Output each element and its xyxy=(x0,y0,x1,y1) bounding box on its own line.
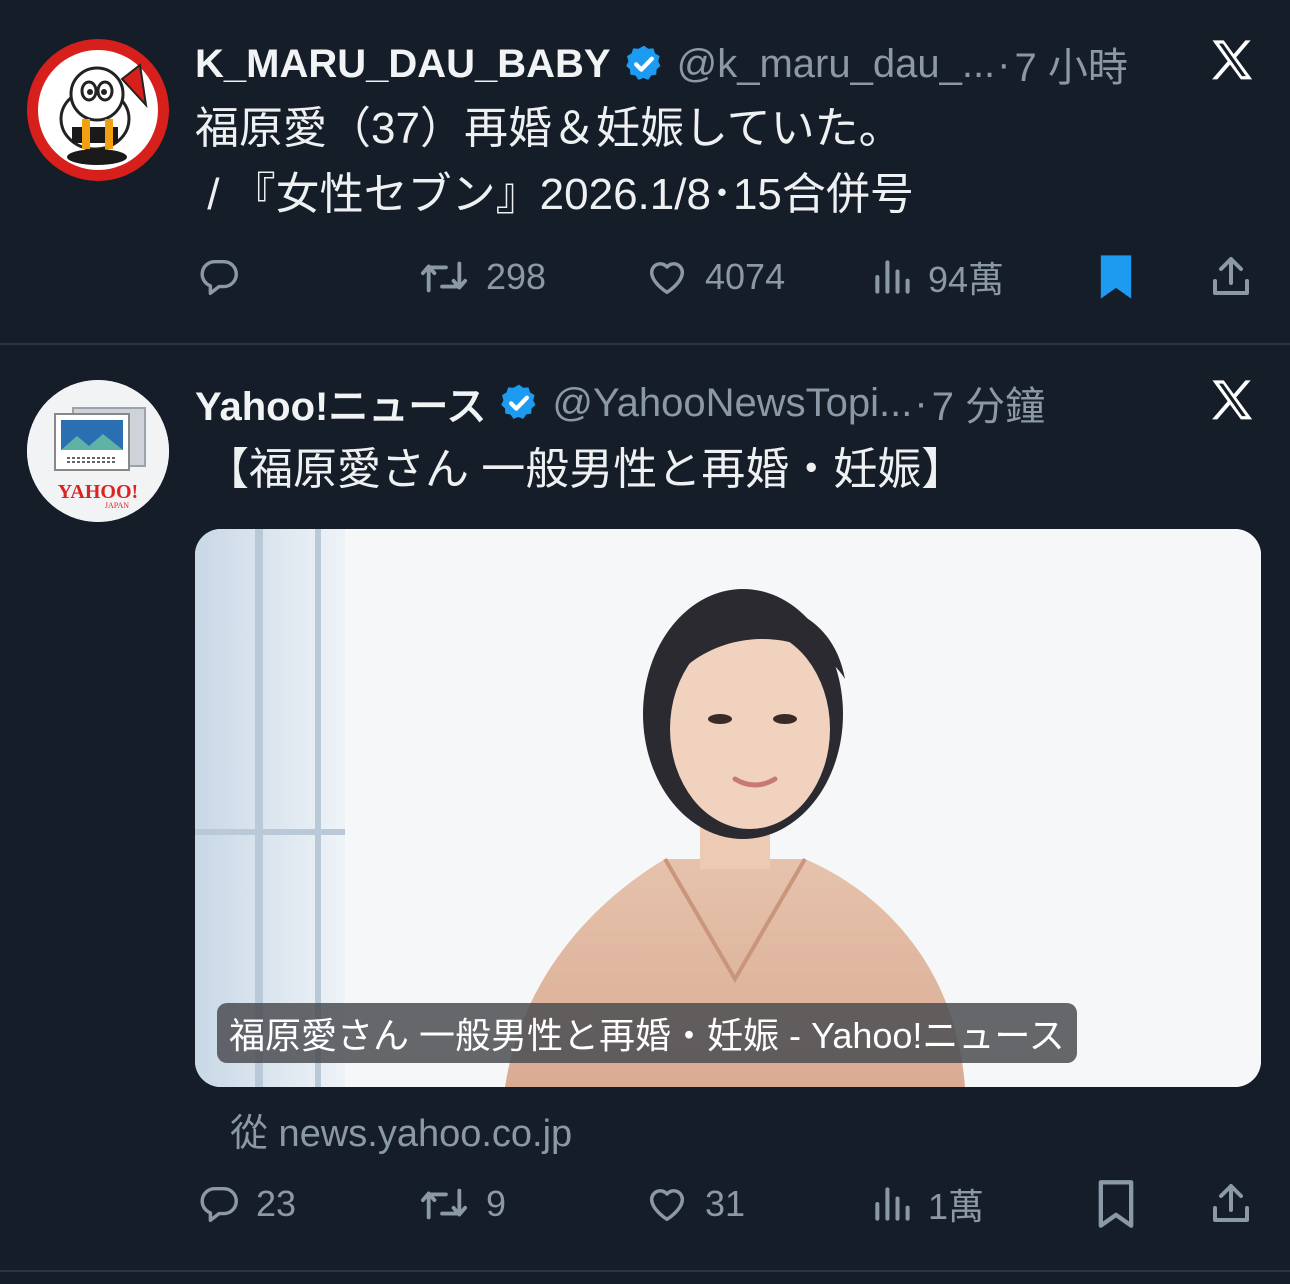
views-button[interactable]: 94萬 xyxy=(870,247,1004,307)
retweet-count: 9 xyxy=(486,1183,507,1224)
link-card-image[interactable]: 福原愛さん 一般男性と再婚・妊娠 - Yahoo!ニュース xyxy=(195,529,1261,1087)
tweet-card[interactable]: K_MARU_DAU_BABY @k_maru_dau_... · 7 小時 福… xyxy=(0,0,1290,345)
avatar[interactable]: YAHOO! JAPAN xyxy=(27,380,169,522)
reply-icon xyxy=(200,259,238,296)
tweet-text-line: 【福原愛さん 一般男性と再婚・妊娠】 xyxy=(205,445,966,494)
svg-text:YAHOO!: YAHOO! xyxy=(58,481,138,503)
tweet-card[interactable]: YAHOO! JAPAN Yahoo!ニュース @YahooNewsTopi..… xyxy=(0,345,1290,1272)
views-icon xyxy=(875,260,910,294)
views-button[interactable]: 1萬 xyxy=(870,1174,984,1234)
link-source[interactable]: 從 news.yahoo.co.jp xyxy=(230,1102,572,1157)
share-icon xyxy=(1213,257,1249,295)
x-logo-icon xyxy=(1206,375,1258,427)
tweet-header: Yahoo!ニュース @YahooNewsTopi... · 7 分鐘 xyxy=(195,375,1045,431)
verified-badge-icon xyxy=(623,43,665,85)
share-button[interactable] xyxy=(1207,1174,1255,1234)
bookmark-icon xyxy=(1098,1180,1134,1228)
like-count: 4074 xyxy=(705,256,786,297)
timestamp[interactable]: 7 分鐘 xyxy=(932,374,1045,432)
retweet-button[interactable]: 9 xyxy=(416,1174,506,1234)
timestamp[interactable]: 7 小時 xyxy=(1015,35,1128,93)
retweet-icon xyxy=(421,261,468,293)
reply-count: 23 xyxy=(256,1183,297,1224)
separator-dot: · xyxy=(997,41,1011,86)
author-handle[interactable]: @k_maru_dau_... xyxy=(677,42,996,87)
retweet-icon xyxy=(421,1188,468,1220)
action-bar: 298 4074 94萬 xyxy=(0,247,1290,307)
author-name[interactable]: Yahoo!ニュース xyxy=(195,374,486,432)
reply-icon xyxy=(200,1186,238,1223)
reply-button[interactable] xyxy=(196,247,256,307)
separator-dot: · xyxy=(914,380,928,425)
verified-badge-icon xyxy=(498,382,540,424)
action-bar: 23 9 31 1萬 xyxy=(0,1174,1290,1234)
bookmark-button[interactable] xyxy=(1094,1174,1138,1234)
tweet-text: 福原愛（37）再婚＆妊娠していた。 / 『女性セブン』2026.1/8･15合併… xyxy=(195,96,914,228)
views-count: 94萬 xyxy=(928,259,1005,300)
author-name[interactable]: K_MARU_DAU_BABY xyxy=(195,42,611,87)
like-icon xyxy=(649,262,685,295)
bookmark-icon xyxy=(1100,255,1132,299)
share-button[interactable] xyxy=(1207,247,1255,307)
retweet-count: 298 xyxy=(486,256,547,297)
bookmark-button[interactable] xyxy=(1094,247,1138,307)
like-count: 31 xyxy=(705,1183,746,1224)
reply-button[interactable]: 23 xyxy=(196,1174,296,1234)
author-handle[interactable]: @YahooNewsTopi... xyxy=(552,381,912,426)
retweet-button[interactable]: 298 xyxy=(416,247,546,307)
like-button[interactable]: 31 xyxy=(643,1174,745,1234)
svg-text:JAPAN: JAPAN xyxy=(105,501,129,510)
tweet-header: K_MARU_DAU_BABY @k_maru_dau_... · 7 小時 xyxy=(195,36,1128,92)
avatar[interactable] xyxy=(27,39,169,181)
tweet-text-line: 福原愛（37）再婚＆妊娠していた。 xyxy=(195,104,903,153)
like-icon xyxy=(649,1189,685,1222)
like-button[interactable]: 4074 xyxy=(643,247,785,307)
link-card-title: 福原愛さん 一般男性と再婚・妊娠 - Yahoo!ニュース xyxy=(217,1003,1077,1063)
x-logo-icon xyxy=(1206,35,1258,87)
views-icon xyxy=(875,1187,910,1221)
share-icon xyxy=(1213,1184,1249,1222)
tweet-text: 【福原愛さん 一般男性と再婚・妊娠】 xyxy=(205,437,965,503)
tweet-text-line: / 『女性セブン』2026.1/8･15合併号 xyxy=(195,170,914,219)
views-count: 1萬 xyxy=(928,1186,985,1227)
